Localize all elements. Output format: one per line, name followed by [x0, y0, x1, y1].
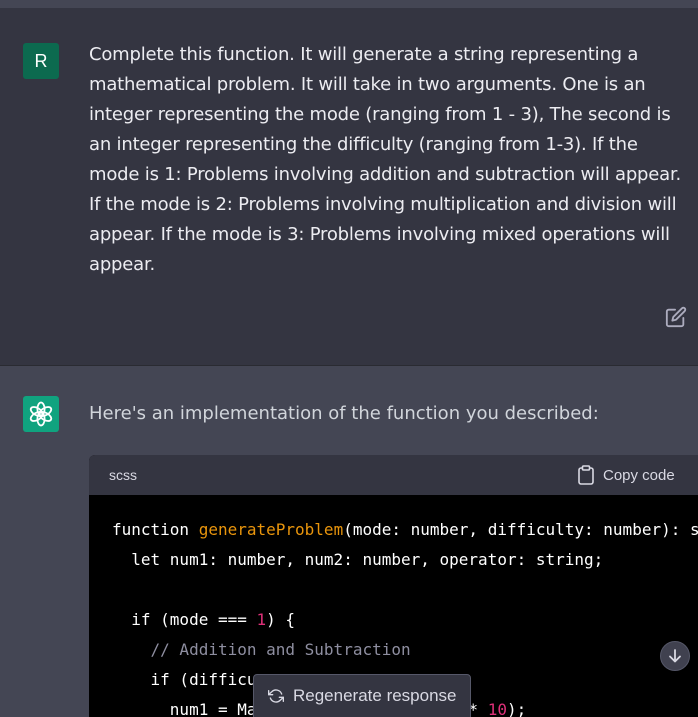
openai-logo-icon [29, 401, 53, 427]
chat-page: R Complete this function. It will genera… [0, 0, 698, 717]
code-text: num1 = Ma [169, 700, 257, 717]
assistant-message: Here's an implementation of the function… [0, 366, 698, 717]
code-function-name: generateProblem [198, 520, 344, 539]
copy-code-button[interactable]: Copy code [577, 463, 675, 487]
code-text: * [468, 700, 488, 717]
regenerate-response-label: Regenerate response [293, 686, 457, 705]
edit-icon[interactable] [665, 306, 687, 328]
arrow-down-icon [669, 649, 681, 663]
code-comment: // Addition and Subtraction [150, 640, 411, 659]
code-text: (mode: number, difficulty: number): s [343, 520, 698, 539]
assistant-avatar [23, 396, 59, 432]
assistant-intro-text: Here's an implementation of the function… [89, 403, 599, 424]
refresh-icon [268, 689, 284, 703]
code-text: ) { [266, 610, 296, 629]
code-line: let num1: number, num2: number, operator… [131, 550, 604, 569]
user-message: R Complete this function. It will genera… [0, 8, 698, 366]
code-number: 1 [256, 610, 267, 629]
clipboard-icon [578, 465, 594, 485]
previous-message-edge [0, 0, 698, 8]
code-line: function generateProblem(mode: number, d… [112, 520, 698, 539]
code-block-header: scss Copy code [89, 455, 698, 495]
copy-code-label: Copy code [603, 466, 675, 484]
code-line: if (mode === 1) { [131, 610, 295, 629]
code-text: ); [506, 700, 527, 717]
code-number: 10 [487, 700, 507, 717]
code-keyword: function [112, 520, 190, 539]
regenerate-response-button[interactable]: Regenerate response [253, 674, 471, 717]
scroll-to-bottom-button[interactable] [660, 641, 690, 671]
code-text: if (mode === [131, 610, 257, 629]
code-language-label: scss [109, 467, 137, 483]
user-avatar: R [23, 43, 59, 79]
user-message-text: Complete this function. It will generate… [89, 44, 682, 275]
code-line: if (difficu [150, 670, 257, 689]
